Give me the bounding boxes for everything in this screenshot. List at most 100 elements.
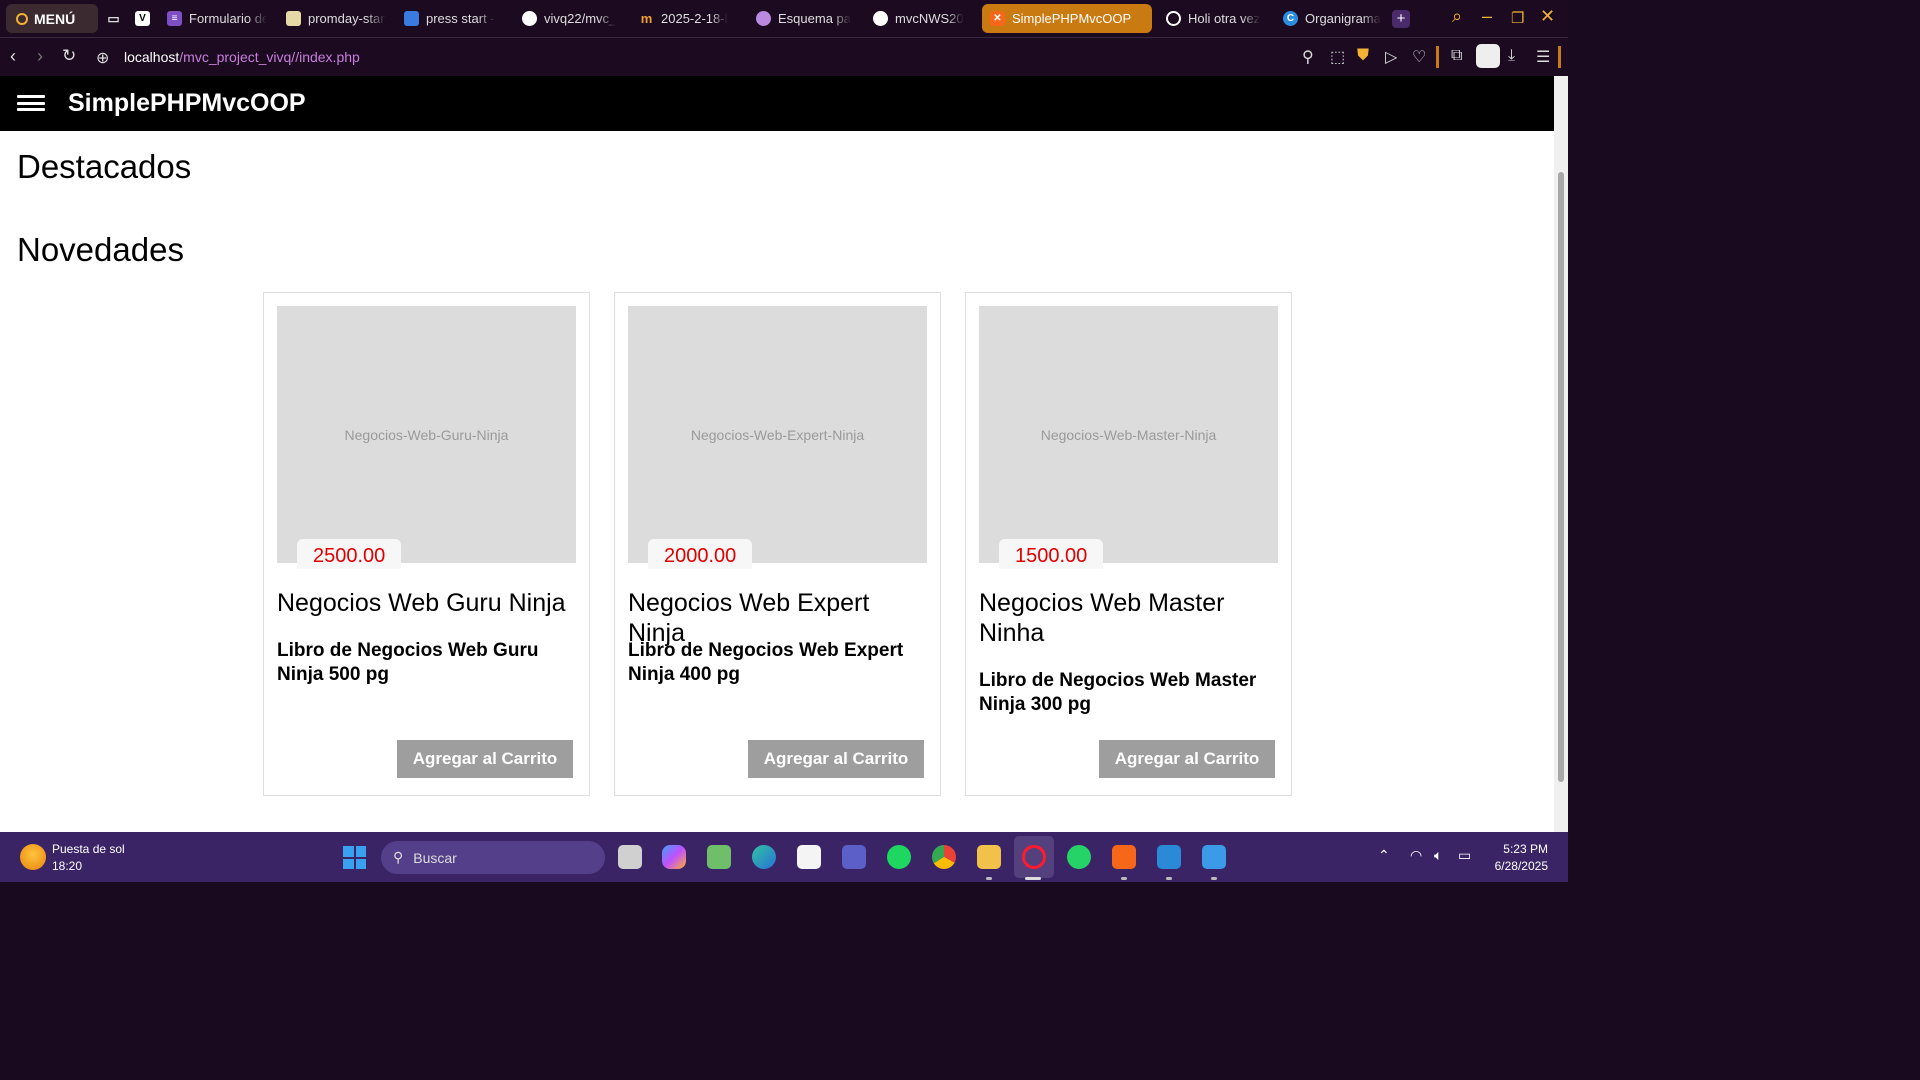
whatsapp-icon[interactable] (1067, 845, 1091, 869)
tab-github-vivq[interactable]: vivq22/mvc_ (522, 4, 618, 33)
close-icon[interactable]: ✕ (1540, 6, 1555, 27)
product-description: Libro de Negocios Web Master Ninja 300 p… (979, 670, 1257, 715)
diagram-icon (756, 11, 771, 26)
tab-simplephpmvcoop[interactable]: ✕ SimplePHPMvcOOP (982, 4, 1152, 33)
taskbar-search[interactable]: ⚲ Buscar (381, 841, 605, 874)
copilot-icon[interactable] (662, 845, 686, 869)
product-name: Negocios Web Guru Ninja (277, 589, 566, 617)
weather-time[interactable]: 18:20 (52, 859, 82, 873)
running-indicator (1121, 877, 1127, 880)
clock-date[interactable]: 6/28/2025 (1495, 859, 1548, 873)
tab-label: 2025-2-18-l (661, 11, 728, 26)
url-host: localhost (124, 49, 180, 65)
tab-label: vivq22/mvc_ (544, 11, 617, 26)
tab-organigrama[interactable]: C Organigrama (1283, 4, 1383, 33)
browser-menu-button[interactable]: MENÚ (6, 4, 98, 33)
tab-formulario[interactable]: ≡ Formulario de (167, 4, 267, 33)
product-price: 2000.00 (648, 539, 753, 569)
product-image: Negocios-Web-Master-Ninja (979, 306, 1278, 563)
tab-esquema[interactable]: Esquema pa (756, 4, 856, 33)
product-price: 2500.00 (297, 539, 402, 569)
snapshot-icon[interactable]: ⬚ (1330, 47, 1345, 67)
xampp-icon[interactable] (1112, 845, 1136, 869)
product-card: Negocios-Web-Master-Ninja 1500.00 Negoci… (965, 292, 1292, 796)
v-logo-icon: V (135, 11, 150, 26)
task-view-icon[interactable] (618, 845, 642, 869)
chrome-icon[interactable] (932, 845, 956, 869)
forms-icon: ≡ (167, 11, 182, 26)
address-bar: ‹ › ↻ ⊕ localhost/mvc_project_vivq//inde… (0, 38, 1568, 76)
pin-icon[interactable]: ⚲ (1302, 47, 1314, 67)
battery-icon[interactable]: ▭ (1458, 847, 1471, 864)
xampp-icon: ✕ (990, 11, 1005, 26)
sunset-weather-icon[interactable] (20, 844, 46, 870)
add-to-cart-button[interactable]: Agregar al Carrito (1099, 740, 1275, 778)
vscode-icon[interactable] (1157, 845, 1181, 869)
running-indicator (986, 877, 992, 880)
github-icon (522, 11, 537, 26)
product-card: Negocios-Web-Expert-Ninja 2000.00 Negoci… (614, 292, 941, 796)
clock-time[interactable]: 5:23 PM (1503, 842, 1548, 856)
tab-gamepad[interactable]: ▭ (106, 4, 121, 33)
windows-taskbar: Puesta de sol 18:20 ⚲ Buscar ⌃ ◠ 🔈︎ ▭ 5:… (0, 832, 1568, 882)
snipping-tool-icon[interactable] (707, 845, 731, 869)
profile-avatar[interactable] (1476, 44, 1500, 68)
wifi-icon[interactable]: ◠ (1410, 847, 1422, 864)
browser-menu-label: MENÚ (34, 10, 76, 27)
edge-icon[interactable] (752, 845, 776, 869)
chevron-up-icon[interactable]: ⌃ (1378, 847, 1390, 864)
opera-gx-icon[interactable] (1022, 845, 1046, 869)
running-indicator (1166, 877, 1172, 880)
canva-icon: C (1283, 11, 1298, 26)
toolbar-divider (1558, 46, 1561, 68)
spotify-icon[interactable] (887, 845, 911, 869)
running-indicator (1211, 877, 1217, 880)
forward-icon[interactable]: › (37, 46, 43, 67)
reload-icon[interactable]: ↻ (62, 46, 76, 66)
shield-icon[interactable]: ⛊ (1357, 47, 1369, 65)
new-tab-button[interactable]: + (1392, 10, 1410, 28)
product-image: Negocios-Web-Expert-Ninja (628, 306, 927, 563)
download-icon[interactable]: ⤓ (1508, 47, 1515, 65)
tab-label: mvcNWS20 (895, 11, 964, 26)
add-to-cart-button[interactable]: Agregar al Carrito (748, 740, 924, 778)
search-icon: ⚲ (393, 849, 404, 865)
tab-mvcnws[interactable]: mvcNWS20 (873, 4, 969, 33)
tab-press-start[interactable]: press start - (404, 4, 502, 33)
chatgpt-icon (1166, 11, 1181, 26)
extensions-icon[interactable]: ⧉ (1451, 47, 1462, 65)
teams-icon[interactable] (842, 845, 866, 869)
easy-setup-icon[interactable]: ☰ (1536, 47, 1550, 67)
weather-label[interactable]: Puesta de sol (52, 842, 125, 856)
toolbar-divider (1436, 46, 1439, 68)
microsoft-store-icon[interactable] (797, 845, 821, 869)
tab-v[interactable]: V (135, 4, 150, 33)
tab-holi[interactable]: Holi otra vez (1166, 4, 1266, 33)
restore-icon[interactable]: ❐ (1511, 9, 1524, 27)
back-icon[interactable]: ‹ (10, 46, 16, 67)
section-new-heading: Novedades (17, 231, 184, 268)
file-explorer-icon[interactable] (977, 845, 1001, 869)
volume-icon[interactable]: 🔈︎ (1434, 847, 1442, 864)
product-name: Negocios Web Master Ninha (979, 589, 1225, 647)
product-card: Negocios-Web-Guru-Ninja 2500.00 Negocios… (263, 292, 590, 796)
heart-icon[interactable]: ♡ (1412, 47, 1426, 67)
page-icon (286, 11, 301, 26)
send-icon[interactable]: ▷ (1385, 47, 1397, 67)
search-tabs-icon[interactable]: ⌕ (1452, 6, 1462, 27)
windows-start-icon[interactable] (343, 846, 366, 869)
url-field[interactable]: localhost/mvc_project_vivq//index.php (124, 49, 360, 65)
product-price: 1500.00 (999, 539, 1104, 569)
active-indicator (1025, 877, 1041, 880)
scrollbar-thumb[interactable] (1558, 172, 1564, 782)
page-scrollbar[interactable] (1554, 76, 1568, 832)
tab-label: promday-start (308, 11, 386, 26)
paint-icon[interactable] (1202, 845, 1226, 869)
hamburger-menu-icon[interactable] (17, 95, 45, 111)
tab-promday[interactable]: promday-start (286, 4, 386, 33)
tab-2025[interactable]: m 2025-2-18-l (639, 4, 739, 33)
site-title[interactable]: SimplePHPMvcOOP (68, 89, 306, 118)
product-description: Libro de Negocios Web Guru Ninja 500 pg (277, 640, 539, 685)
minimize-icon[interactable]: – (1482, 6, 1492, 27)
add-to-cart-button[interactable]: Agregar al Carrito (397, 740, 573, 778)
